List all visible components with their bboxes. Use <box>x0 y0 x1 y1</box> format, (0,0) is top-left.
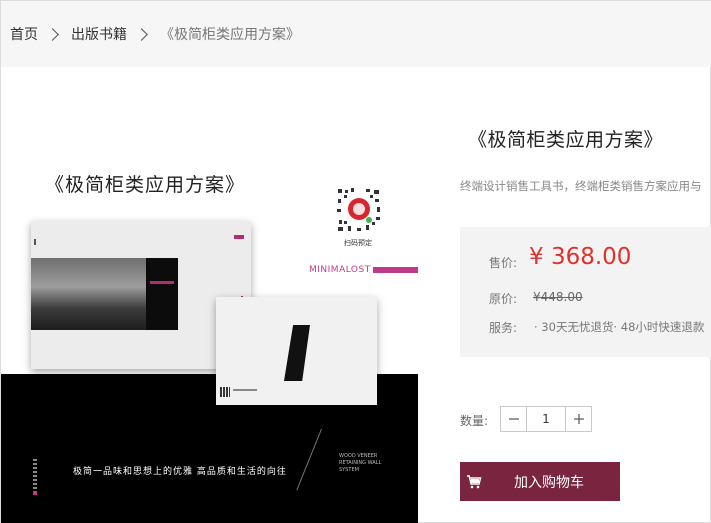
cover-title: 《极简柜类应用方案》 <box>45 174 246 196</box>
minus-icon <box>508 418 519 420</box>
cover-dark-panel <box>146 258 178 330</box>
quantity-stepper <box>500 406 592 432</box>
breadcrumb-current: 《极简柜类应用方案》 <box>160 27 300 43</box>
accent-dot <box>33 491 37 495</box>
chevron-right-icon <box>135 27 148 41</box>
service-value: · 30天无忧退货· 48小时快速退款 <box>534 320 705 334</box>
original-price-label: 原价: <box>489 292 518 306</box>
vertical-text-mark <box>33 459 37 489</box>
qr-code-icon <box>336 187 382 233</box>
qr-caption: 扫码预定 <box>344 239 372 247</box>
product-image[interactable]: 《极简柜类应用方案》 扫码预定 MINIMALOST 极简一品味和思想上的优雅 <box>1 141 418 523</box>
quantity-decrease-button[interactable] <box>501 407 527 431</box>
cover-accent-bar <box>150 281 174 284</box>
product-info: 《极简柜类应用方案》 终端设计销售工具书，终端柜类销售方案应用与 售价: ¥ 3… <box>460 67 711 523</box>
small-qr-icon <box>220 387 230 397</box>
quantity-label: 数量: <box>460 414 489 428</box>
brand-text: MINIMALOST <box>309 265 371 275</box>
slogan-text: 极简一品味和思想上的优雅 高品质和生活的向往 <box>73 467 287 477</box>
price-label: 售价: <box>489 256 518 270</box>
product-title: 《极简柜类应用方案》 <box>468 129 664 151</box>
service-label: 服务: <box>489 321 518 335</box>
brand-accent-bar <box>373 267 418 273</box>
chevron-right-icon <box>46 27 59 41</box>
spine-mark <box>34 239 36 245</box>
quantity-input[interactable] <box>527 407 565 431</box>
add-to-cart-button[interactable]: 加入购物车 <box>460 462 620 501</box>
breadcrumb-category[interactable]: 出版书籍 <box>71 24 127 44</box>
price-panel: 售价: ¥ 368.00 原价: ¥448.00 服务: · 30天无忧退货· … <box>460 227 711 357</box>
plus-icon <box>573 414 584 424</box>
original-price-value: ¥448.00 <box>533 290 583 304</box>
book-cover-right <box>216 297 377 405</box>
quantity-increase-button[interactable] <box>565 407 591 431</box>
product-description: 终端设计销售工具书，终端柜类销售方案应用与 <box>460 179 702 193</box>
side-caption: WOOD VENEER RETAINING WALL SYSTEM <box>339 453 382 473</box>
cover-tiny-text <box>233 389 257 391</box>
book-logo-mark <box>234 235 244 239</box>
breadcrumb-home[interactable]: 首页 <box>10 24 38 44</box>
breadcrumb: 首页 出版书籍 《极简柜类应用方案》 <box>1 1 711 67</box>
cart-icon <box>467 474 482 488</box>
cover-shape <box>284 325 310 381</box>
add-to-cart-label: 加入购物车 <box>514 474 584 491</box>
price-value: ¥ 368.00 <box>529 244 632 270</box>
